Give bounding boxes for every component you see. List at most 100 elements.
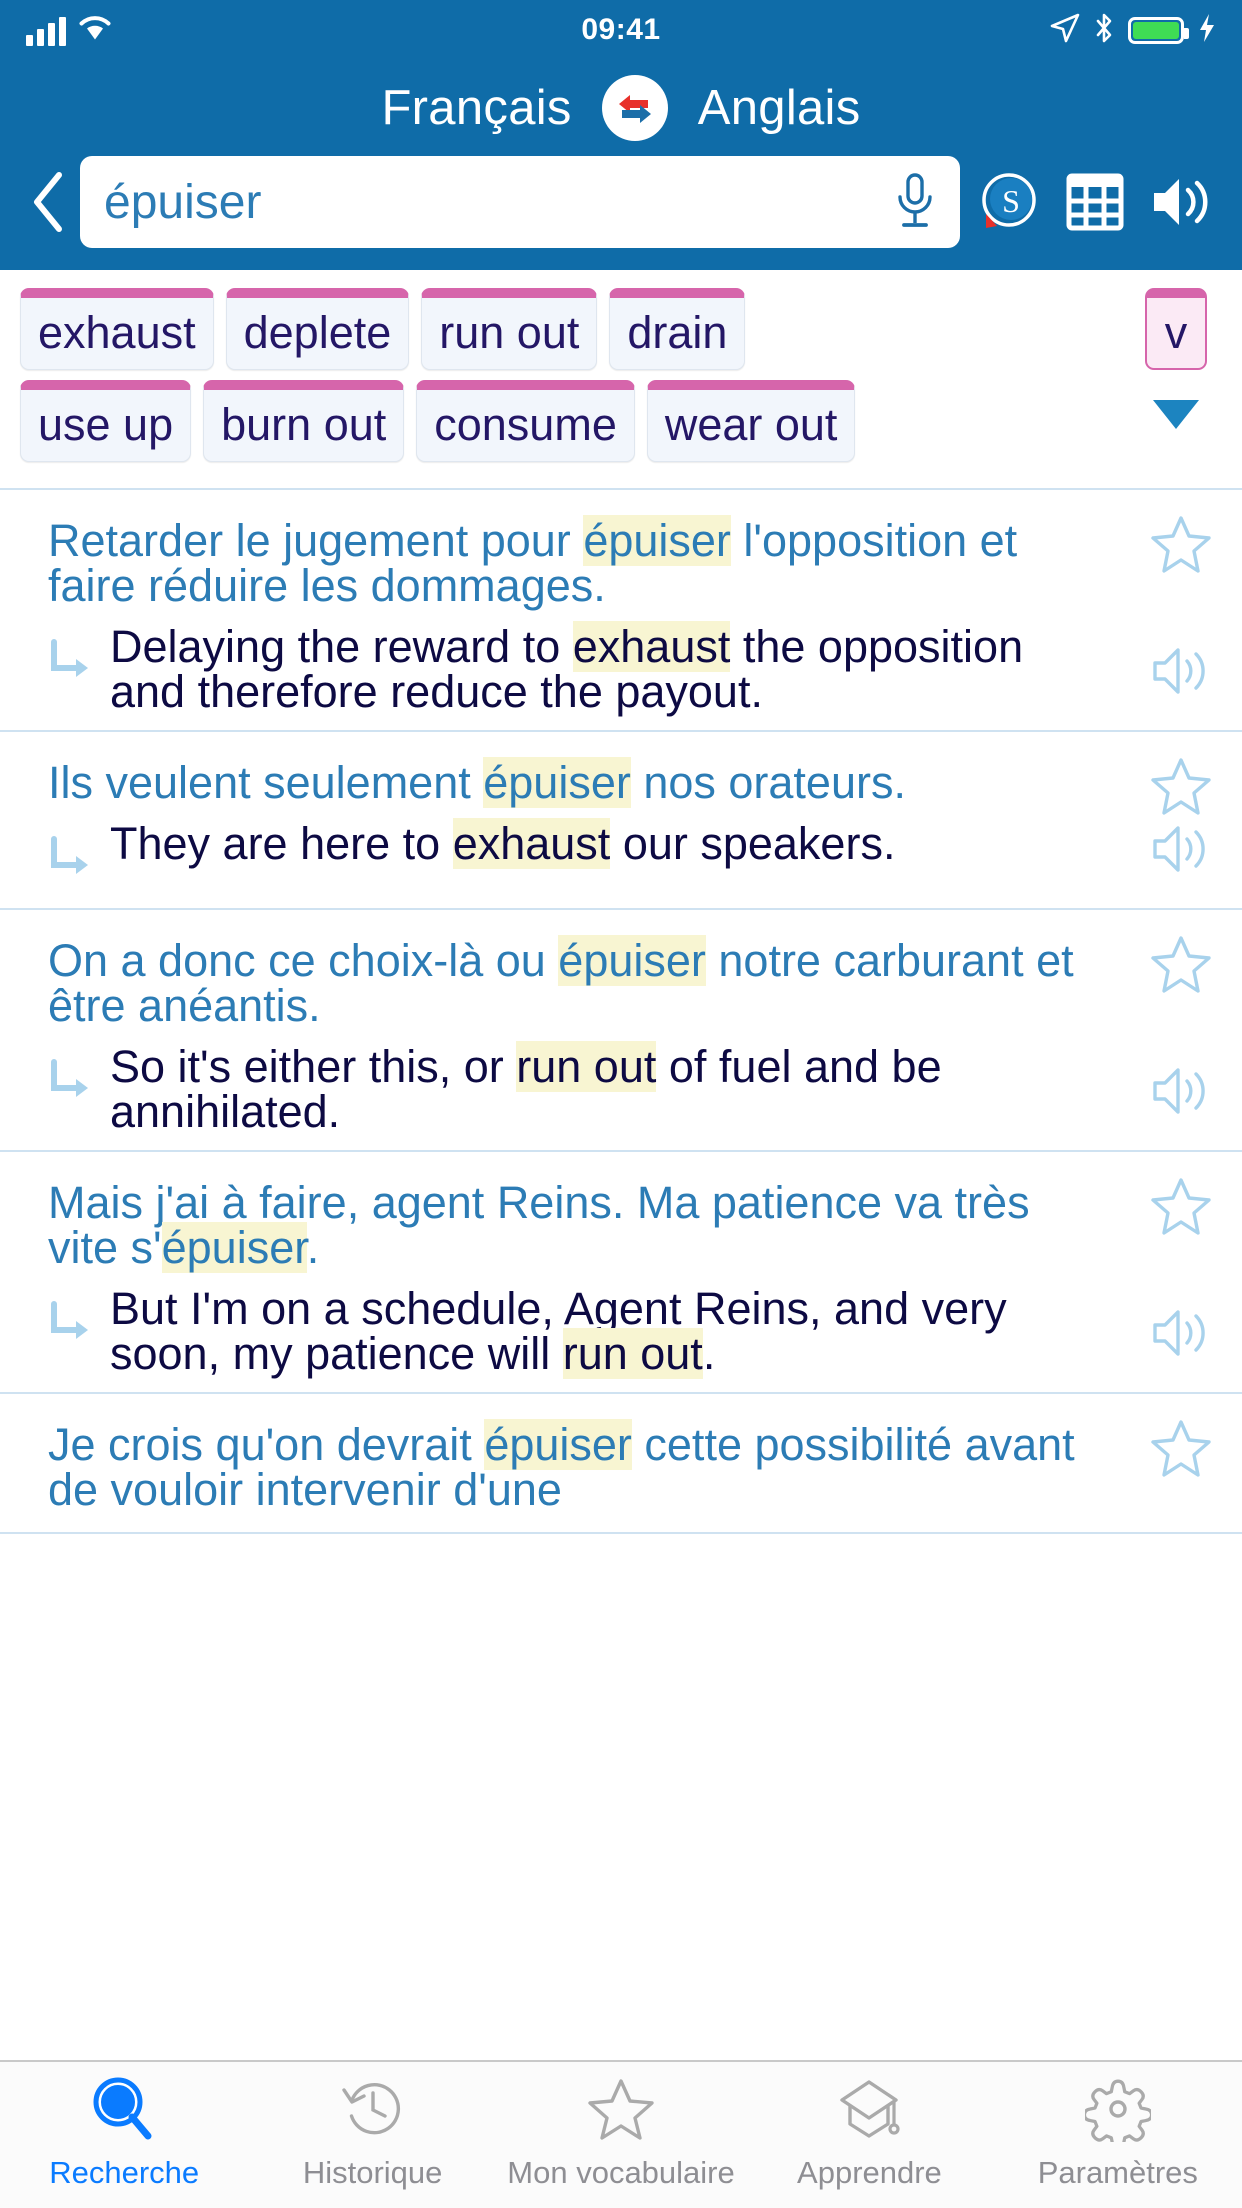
chevron-down-icon[interactable] [1150, 396, 1202, 437]
result-entry-actions [1120, 508, 1242, 714]
target-highlight: exhaust [572, 621, 731, 672]
source-highlight: épuiser [483, 757, 631, 808]
result-entry[interactable]: Je crois qu'on devrait épuiser cette pos… [0, 1394, 1242, 1534]
tab-label: Apprendre [797, 2155, 942, 2190]
result-entry[interactable]: On a donc ce choix-là ou épuiser notre c… [0, 910, 1242, 1152]
gear-icon [1082, 2076, 1154, 2151]
target-text: Delaying the reward to [110, 621, 573, 672]
tab-historique[interactable]: Historique [248, 2076, 496, 2191]
target-sentence: But I'm on a schedule, Agent Reins, and … [110, 1283, 1110, 1379]
source-text: Ils veulent seulement [48, 757, 484, 808]
target-highlight: run out [516, 1041, 657, 1092]
tab-label: Paramètres [1037, 2155, 1198, 2190]
result-entry-body: On a donc ce choix-là ou épuiser notre c… [0, 928, 1120, 1134]
search-field[interactable]: épuiser [80, 156, 960, 248]
translation-chip[interactable]: burn out [203, 380, 405, 462]
source-text: On a donc ce choix-là ou [48, 935, 559, 986]
chips-grid: exhaust deplete run out drain use up bur… [20, 288, 1124, 472]
target-sentence: Delaying the reward to exhaust the oppos… [110, 621, 1110, 714]
translations-chips-area: exhaust deplete run out drain use up bur… [0, 270, 1242, 490]
tab-label: Mon vocabulaire [507, 2155, 735, 2190]
graduation-cap-icon [836, 2076, 902, 2147]
conjugation-table-icon[interactable] [1052, 171, 1138, 233]
search-input[interactable]: épuiser [104, 175, 892, 230]
translation-chip[interactable]: wear out [646, 380, 856, 462]
translation-arrow-icon [48, 1286, 110, 1376]
result-entry-body: Mais j'ai à faire, agent Reins. Ma patie… [0, 1170, 1120, 1379]
result-entry[interactable]: Retarder le jugement pour épuiser l'oppo… [0, 490, 1242, 732]
tab-mon-vocabulaire[interactable]: Mon vocabulaire [497, 2076, 745, 2191]
speaker-icon[interactable] [1150, 1063, 1212, 1124]
source-sentence: On a donc ce choix-là ou épuiser notre c… [48, 928, 1110, 1032]
history-icon [340, 2076, 406, 2147]
translation-chip[interactable]: exhaust [20, 288, 214, 370]
star-outline-icon[interactable] [1150, 1418, 1212, 1483]
chip-row: exhaust deplete run out drain [20, 288, 1124, 370]
search-toolbar: épuiser S [0, 156, 1242, 248]
source-sentence: Mais j'ai à faire, agent Reins. Ma patie… [48, 1170, 1110, 1274]
result-entry-actions [1120, 750, 1242, 892]
speaker-icon[interactable] [1150, 821, 1212, 882]
translation-chip[interactable]: deplete [225, 288, 410, 370]
result-entry-body: Je crois qu'on devrait épuiser cette pos… [0, 1412, 1120, 1516]
source-text: Retarder le jugement pour [48, 515, 584, 566]
chip-row: use up burn out consume wear out [20, 380, 1124, 462]
bottom-tab-bar: Recherche Historique Mon vocabulaire App… [0, 2060, 1242, 2208]
speaker-icon[interactable] [1150, 643, 1212, 704]
svg-text:S: S [1002, 183, 1020, 219]
tab-recherche[interactable]: Recherche [0, 2076, 248, 2191]
target-text: So it's either this, or [110, 1041, 517, 1092]
translation-arrow-icon [48, 821, 110, 884]
result-entry-actions [1120, 928, 1242, 1134]
target-language-button[interactable]: Anglais [698, 80, 861, 136]
star-outline-icon[interactable] [1150, 514, 1212, 579]
header-action-icons: S [960, 170, 1224, 234]
target-sentence: They are here to exhaust our speakers. [110, 818, 1110, 884]
result-entry-body: Ils veulent seulement épuiser nos orateu… [0, 750, 1120, 892]
source-text: . [306, 1222, 320, 1273]
source-text: nos orateurs. [630, 757, 906, 808]
star-outline-icon[interactable] [1150, 1176, 1212, 1241]
back-chevron-icon[interactable] [18, 170, 80, 234]
translation-chip[interactable]: run out [421, 288, 598, 370]
result-entry[interactable]: Ils veulent seulement épuiser nos orateu… [0, 732, 1242, 910]
star-icon [588, 2076, 654, 2147]
target-highlight: run out [562, 1328, 703, 1379]
target-text: . [702, 1328, 716, 1379]
microphone-icon[interactable] [892, 171, 938, 233]
tab-parametres[interactable]: Paramètres [994, 2076, 1242, 2191]
part-of-speech-badge[interactable]: v [1145, 288, 1207, 370]
star-outline-icon[interactable] [1150, 756, 1212, 821]
results-list: Retarder le jugement pour épuiser l'oppo… [0, 490, 1242, 1534]
translation-arrow-icon [48, 1044, 110, 1134]
translation-chip[interactable]: consume [416, 380, 635, 462]
soft-dictionary-icon[interactable]: S [966, 170, 1052, 234]
translation-chip[interactable]: use up [20, 380, 192, 462]
source-language-button[interactable]: Français [381, 80, 571, 136]
target-text: They are here to [110, 818, 453, 869]
chips-side-column: v [1124, 288, 1242, 472]
app-header: Français Anglais épuiser S [0, 60, 1242, 270]
search-icon [91, 2076, 157, 2147]
status-bar-time: 09:41 [581, 13, 661, 46]
speaker-icon[interactable] [1150, 1305, 1212, 1366]
source-highlight: épuiser [558, 935, 706, 986]
battery-icon [1128, 16, 1189, 44]
target-sentence: So it's either this, or run out of fuel … [110, 1041, 1110, 1134]
translation-chip[interactable]: drain [609, 288, 746, 370]
target-text: But I'm on a schedule, Agent Reins, and … [110, 1283, 1007, 1379]
star-outline-icon[interactable] [1150, 934, 1212, 999]
source-highlight: épuiser [161, 1222, 307, 1273]
result-entry[interactable]: Mais j'ai à faire, agent Reins. Ma patie… [0, 1152, 1242, 1394]
target-wrapper: So it's either this, or run out of fuel … [48, 1032, 1110, 1134]
source-sentence: Je crois qu'on devrait épuiser cette pos… [48, 1412, 1110, 1516]
swap-languages-icon[interactable] [601, 75, 668, 141]
source-sentence: Ils veulent seulement épuiser nos orateu… [48, 750, 1110, 809]
target-wrapper: They are here to exhaust our speakers. [48, 809, 1110, 884]
tab-label: Historique [302, 2155, 443, 2190]
source-sentence: Retarder le jugement pour épuiser l'oppo… [48, 508, 1110, 612]
speaker-icon[interactable] [1138, 172, 1224, 232]
result-entry-actions [1120, 1412, 1242, 1516]
tab-apprendre[interactable]: Apprendre [745, 2076, 993, 2191]
target-highlight: exhaust [452, 818, 611, 869]
